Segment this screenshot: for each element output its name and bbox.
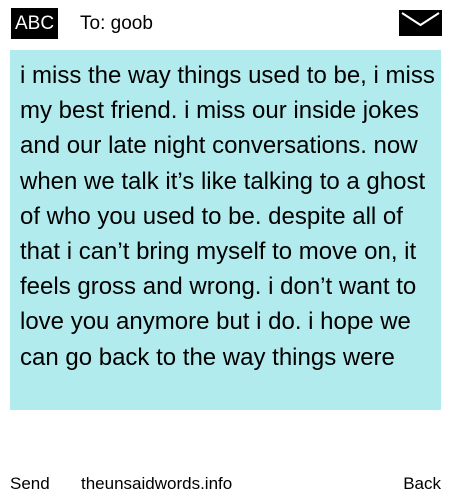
back-button[interactable]: Back: [403, 472, 441, 496]
message-text[interactable]: i miss the way things used to be, i miss…: [20, 58, 436, 375]
envelope-icon[interactable]: [399, 10, 442, 36]
send-button[interactable]: Send: [10, 472, 50, 496]
recipient-label[interactable]: To: goob: [80, 8, 153, 39]
site-label: theunsaidwords.info: [81, 474, 233, 493]
input-mode-badge[interactable]: ABC: [11, 8, 59, 39]
compose-header: ABC To: goob: [0, 0, 450, 46]
